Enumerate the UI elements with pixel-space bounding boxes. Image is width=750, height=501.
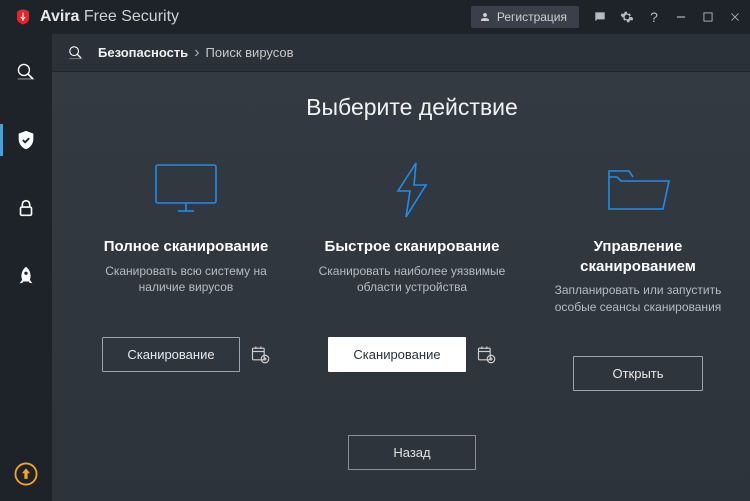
register-button[interactable]: Регистрация bbox=[471, 6, 579, 28]
card-title: Полное сканирование bbox=[104, 237, 269, 257]
upgrade-badge-icon bbox=[13, 461, 39, 487]
schedule-icon[interactable] bbox=[250, 344, 270, 364]
settings-icon[interactable] bbox=[620, 10, 634, 24]
full-scan-button[interactable]: Сканирование bbox=[102, 337, 239, 372]
folder-icon bbox=[603, 157, 673, 223]
page-title: Выберите действие bbox=[86, 94, 738, 121]
app-title: Avira Free Security bbox=[40, 8, 179, 26]
bolt-icon bbox=[390, 157, 434, 223]
sidebar-item-upgrade[interactable] bbox=[0, 461, 52, 487]
manage-scan-button[interactable]: Открыть bbox=[573, 356, 703, 391]
sidebar-item-security[interactable] bbox=[0, 120, 52, 160]
card-manage-scan: Управление сканированием Запланировать и… bbox=[538, 157, 738, 391]
card-description: Запланировать или запустить особые сеанс… bbox=[538, 282, 738, 332]
rocket-icon bbox=[15, 265, 37, 287]
magnifier-small-icon bbox=[66, 43, 86, 63]
sidebar-item-performance[interactable] bbox=[0, 256, 52, 296]
breadcrumb-separator: › bbox=[194, 44, 199, 62]
card-description: Сканировать наиболее уязвимые области ус… bbox=[312, 263, 512, 313]
titlebar-controls: ? bbox=[593, 10, 742, 24]
schedule-icon[interactable] bbox=[476, 344, 496, 364]
card-full-scan: Полное сканирование Сканировать всю сист… bbox=[86, 157, 286, 391]
main-panel: Выберите действие Полное сканирование Ск… bbox=[52, 72, 750, 501]
shield-icon bbox=[15, 129, 37, 151]
app-logo: Avira Free Security bbox=[14, 8, 179, 26]
card-title: Управление сканированием bbox=[538, 237, 738, 276]
breadcrumb-root[interactable]: Безопасность bbox=[98, 45, 188, 60]
magnifier-icon bbox=[15, 61, 37, 83]
avira-logo-icon bbox=[14, 8, 32, 26]
close-icon[interactable] bbox=[728, 10, 742, 24]
sidebar-item-scan[interactable] bbox=[0, 52, 52, 92]
maximize-icon[interactable] bbox=[701, 10, 715, 24]
breadcrumb-row: Безопасность › Поиск вирусов bbox=[52, 34, 750, 72]
help-icon[interactable]: ? bbox=[647, 10, 661, 24]
sidebar-item-privacy[interactable] bbox=[0, 188, 52, 228]
card-description: Сканировать всю систему на наличие вирус… bbox=[86, 263, 286, 313]
breadcrumb-current: Поиск вирусов bbox=[206, 45, 294, 60]
card-title: Быстрое сканирование bbox=[325, 237, 500, 257]
feedback-icon[interactable] bbox=[593, 10, 607, 24]
lock-icon bbox=[15, 197, 37, 219]
sidebar bbox=[0, 34, 52, 501]
quick-scan-button[interactable]: Сканирование bbox=[328, 337, 465, 372]
monitor-icon bbox=[150, 157, 222, 223]
titlebar: Avira Free Security Регистрация ? bbox=[0, 0, 750, 34]
minimize-icon[interactable] bbox=[674, 10, 688, 24]
user-icon bbox=[479, 11, 491, 23]
back-button[interactable]: Назад bbox=[348, 435, 475, 470]
card-quick-scan: Быстрое сканирование Сканировать наиболе… bbox=[312, 157, 512, 391]
scan-options: Полное сканирование Сканировать всю сист… bbox=[86, 157, 738, 391]
